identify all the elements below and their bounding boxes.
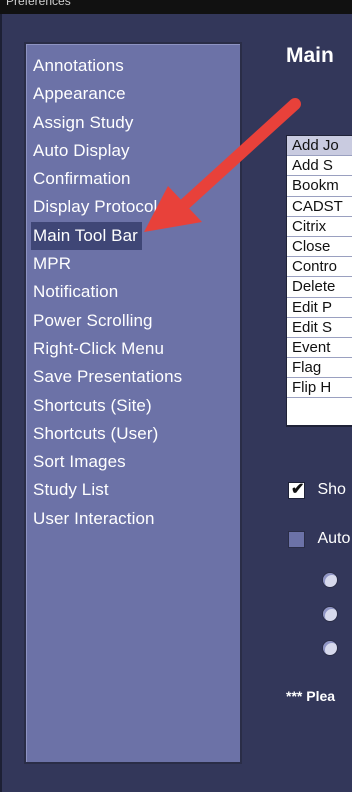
show-checkbox[interactable]: ✔ xyxy=(288,480,305,499)
nav-item-main-tool-bar-row: Main Tool Bar xyxy=(31,221,186,251)
tool-list-item[interactable]: Flip H xyxy=(287,378,352,399)
tool-list-item[interactable]: Flag xyxy=(287,358,352,379)
nav-item-notification[interactable]: Notification xyxy=(31,278,186,306)
radio-option-3[interactable] xyxy=(322,640,338,656)
tool-list-item[interactable]: Contro xyxy=(287,257,352,278)
tool-list-item[interactable]: Edit S xyxy=(287,318,352,338)
tool-list-item[interactable]: Citrix xyxy=(287,217,352,237)
nav-item-main-tool-bar[interactable]: Main Tool Bar xyxy=(31,221,142,251)
window-title: Preferences xyxy=(6,0,71,8)
nav-item-user-interaction[interactable]: User Interaction xyxy=(31,505,186,533)
auto-checkbox[interactable] xyxy=(288,530,305,548)
nav-item-confirmation[interactable]: Confirmation xyxy=(31,165,186,193)
nav-item-mpr[interactable]: MPR xyxy=(31,250,186,278)
radio-option-1[interactable] xyxy=(322,572,338,588)
tool-list-item[interactable]: Close xyxy=(287,237,352,258)
nav-item-auto-display[interactable]: Auto Display xyxy=(31,137,186,165)
tool-list[interactable]: Add Jo Add S Bookm CADST Citrix Close Co… xyxy=(286,135,352,427)
window-title-bar: Preferences xyxy=(0,0,352,14)
nav-item-annotations[interactable]: Annotations xyxy=(31,52,186,80)
notice-text: *** Plea xyxy=(286,688,336,704)
tool-list-bottom-border xyxy=(286,425,352,427)
nav-item-right-click-menu[interactable]: Right-Click Menu xyxy=(31,335,186,363)
tool-list-item[interactable]: Add S xyxy=(287,156,352,177)
nav-item-shortcuts-user[interactable]: Shortcuts (User) xyxy=(31,420,186,448)
nav-item-power-scrolling[interactable]: Power Scrolling xyxy=(31,307,186,335)
preferences-nav-panel: Annotations Appearance Assign Study Auto… xyxy=(24,42,242,764)
nav-item-sort-images[interactable]: Sort Images xyxy=(31,448,186,476)
nav-item-save-presentations[interactable]: Save Presentations xyxy=(31,363,186,391)
nav-item-appearance[interactable]: Appearance xyxy=(31,80,186,108)
tool-list-item[interactable]: CADST xyxy=(287,197,352,217)
nav-item-study-list[interactable]: Study List xyxy=(31,476,186,504)
checkmark-icon: ✔ xyxy=(291,480,305,498)
auto-checkbox-row[interactable]: Auto xyxy=(288,530,350,550)
page-title: Main xyxy=(286,44,334,67)
preferences-nav-list: Annotations Appearance Assign Study Auto… xyxy=(31,52,186,533)
tool-list-item[interactable]: Event xyxy=(287,338,352,359)
tool-list-item[interactable]: Bookm xyxy=(287,176,352,197)
show-checkbox-row[interactable]: ✔ Sho xyxy=(288,481,346,501)
nav-item-shortcuts-site[interactable]: Shortcuts (Site) xyxy=(31,392,186,420)
tool-list-item[interactable]: Delete xyxy=(287,277,352,298)
nav-item-assign-study[interactable]: Assign Study xyxy=(31,109,186,137)
show-checkbox-label: Sho xyxy=(317,481,346,498)
tool-list-item[interactable]: Add Jo xyxy=(287,136,352,157)
tool-list-item[interactable]: Edit P xyxy=(287,298,352,318)
nav-item-display-protocol[interactable]: Display Protocol xyxy=(31,193,186,221)
auto-checkbox-label: Auto xyxy=(317,530,351,547)
radio-option-2[interactable] xyxy=(322,606,338,622)
